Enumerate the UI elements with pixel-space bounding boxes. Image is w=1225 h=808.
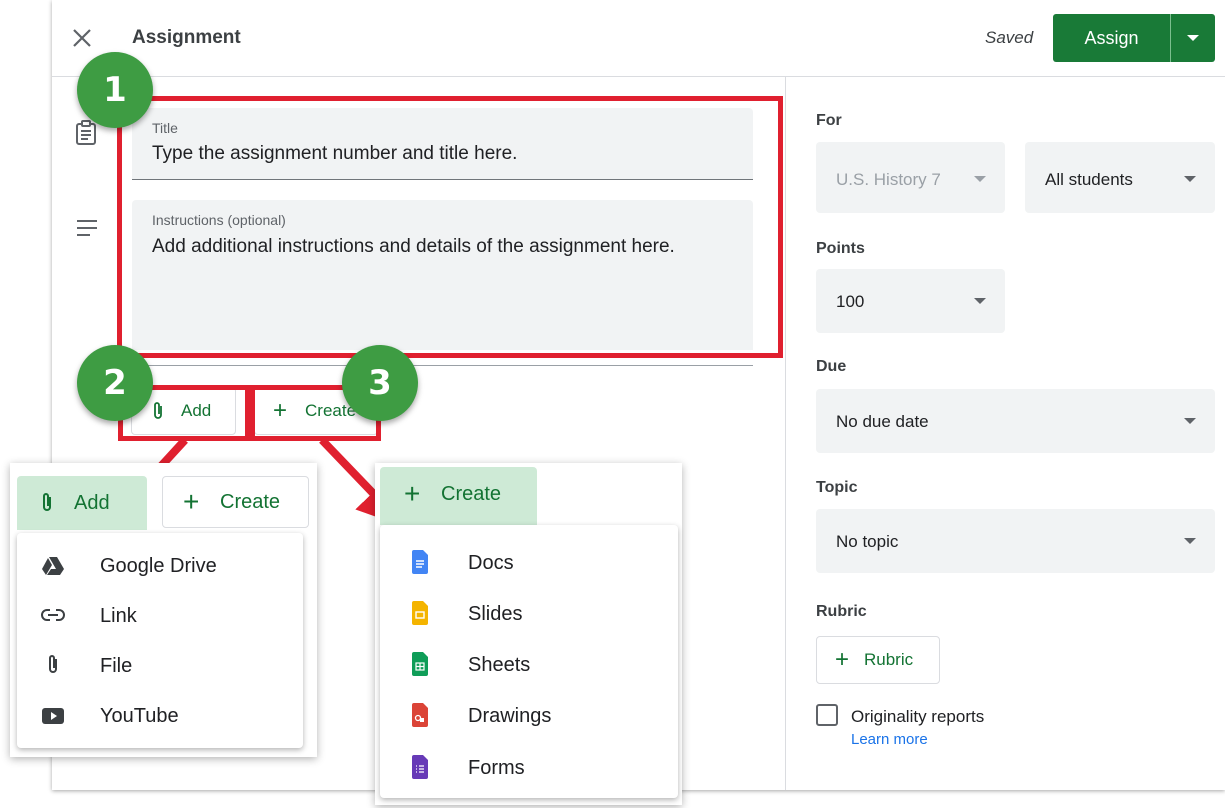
chevron-down-icon: [1184, 176, 1196, 182]
menu-item-link[interactable]: Link: [17, 591, 303, 641]
chevron-down-icon: [1184, 538, 1196, 544]
forms-icon: [412, 755, 428, 779]
menu-item-file[interactable]: File: [17, 641, 303, 691]
youtube-icon: [42, 708, 64, 724]
menu-item-sheets[interactable]: Sheets: [380, 640, 678, 690]
menu-item-drawings[interactable]: Drawings: [380, 691, 678, 741]
create-menu: Docs Slides Sheets Drawings Forms: [380, 525, 678, 798]
drawings-icon: [412, 703, 428, 727]
save-status: Saved: [985, 28, 1034, 47]
menu-item-label: Sheets: [468, 653, 531, 676]
menu-item-label: Forms: [468, 756, 525, 779]
rubric-label: Rubric: [816, 603, 867, 620]
instructions-underline: [132, 365, 753, 366]
chevron-down-icon: [1184, 418, 1196, 424]
plus-icon: +: [835, 646, 850, 673]
due-value: No due date: [836, 412, 929, 431]
highlight-title-instructions: [117, 96, 783, 358]
link-icon: [41, 609, 65, 621]
step-badge-1: 1: [77, 52, 153, 128]
docs-icon: [412, 550, 428, 574]
learn-more-link[interactable]: Learn more: [851, 731, 928, 748]
originality-checkbox[interactable]: [816, 704, 838, 726]
due-select[interactable]: No due date: [816, 389, 1215, 453]
step-badge-2: 2: [77, 345, 153, 421]
create-label: Create: [220, 491, 281, 513]
assignment-icon: [76, 120, 96, 145]
assign-button[interactable]: Assign: [1053, 14, 1170, 62]
points-label: Points: [816, 240, 865, 257]
plus-icon: +: [404, 478, 421, 509]
for-label: For: [816, 112, 842, 129]
slides-icon: [412, 601, 428, 625]
close-icon[interactable]: [70, 26, 94, 50]
menu-item-label: Drawings: [468, 704, 552, 727]
menu-item-label: Link: [100, 604, 137, 627]
class-value: U.S. History 7: [836, 170, 941, 189]
sheets-icon: [412, 652, 428, 676]
topic-label: Topic: [816, 479, 858, 496]
due-label: Due: [816, 358, 847, 375]
panel-divider: [785, 77, 786, 790]
menu-item-label: File: [100, 654, 133, 677]
create-button-expanded[interactable]: + Create: [380, 467, 537, 525]
rubric-button-label: Rubric: [864, 650, 914, 669]
originality-label: Originality reports: [851, 707, 985, 726]
attach-file-icon: [49, 655, 57, 673]
instructions-icon: [77, 220, 97, 236]
assign-dropdown-button[interactable]: [1171, 14, 1215, 62]
menu-item-google-drive[interactable]: Google Drive: [17, 541, 303, 591]
page-title: Assignment: [132, 27, 241, 48]
menu-item-label: Slides: [468, 602, 523, 625]
topic-select[interactable]: No topic: [816, 509, 1215, 573]
topic-value: No topic: [836, 532, 899, 551]
points-value: 100: [836, 292, 865, 311]
add-button-expanded[interactable]: Add: [17, 476, 147, 530]
menu-item-label: Google Drive: [100, 554, 217, 577]
chevron-down-icon: [974, 176, 986, 182]
add-label: Add: [74, 492, 110, 514]
class-select: U.S. History 7: [816, 142, 1005, 213]
attach-icon: [43, 493, 51, 511]
points-select[interactable]: 100: [816, 269, 1005, 333]
menu-item-label: YouTube: [100, 704, 179, 727]
students-select[interactable]: All students: [1025, 142, 1215, 213]
plus-icon: +: [183, 486, 200, 517]
add-menu: Google Drive Link File YouTube: [17, 533, 303, 748]
step-badge-3: 3: [342, 345, 418, 421]
google-drive-icon: [42, 557, 64, 575]
menu-item-forms[interactable]: Forms: [380, 743, 678, 793]
menu-item-youtube[interactable]: YouTube: [17, 691, 303, 741]
chevron-down-icon: [974, 298, 986, 304]
create-label: Create: [441, 483, 502, 505]
menu-item-docs[interactable]: Docs: [380, 538, 678, 588]
menu-item-label: Docs: [468, 551, 514, 574]
students-value: All students: [1045, 170, 1133, 189]
add-rubric-button[interactable]: + Rubric: [816, 636, 940, 684]
menu-item-slides[interactable]: Slides: [380, 589, 678, 639]
create-button[interactable]: + Create: [162, 476, 309, 528]
